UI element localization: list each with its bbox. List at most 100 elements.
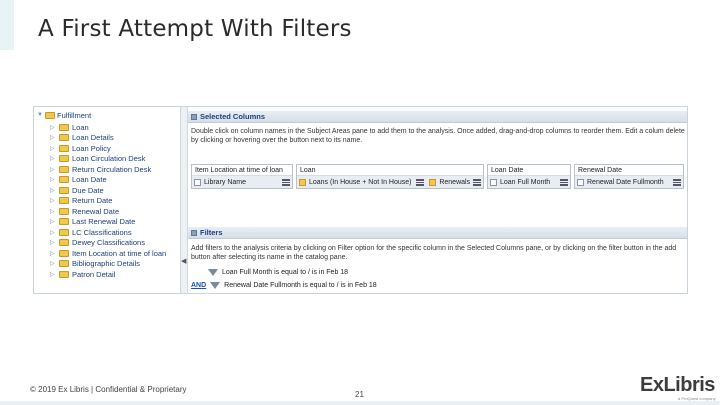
column-group-heading: Item Location at time of loan	[192, 165, 292, 176]
slide-title: A First Attempt With Filters	[38, 16, 352, 42]
tree-item-label: Last Renewal Date	[72, 217, 136, 227]
filter-text: Loan Full Month is equal to / is in Feb …	[222, 269, 349, 276]
page-number: 21	[355, 390, 364, 399]
selected-columns-title: Selected Columns	[200, 112, 266, 121]
collapse-triangle-icon[interactable]: ▷	[50, 197, 56, 204]
folder-icon	[59, 218, 69, 226]
tree-item-label: Loan Policy	[72, 143, 111, 153]
column-icon	[577, 178, 584, 186]
pane-splitter[interactable]: ◀	[180, 107, 188, 293]
column-options-icon[interactable]	[282, 178, 290, 186]
column-options-icon[interactable]	[416, 178, 425, 186]
folder-icon	[59, 239, 69, 247]
folder-icon	[59, 186, 69, 194]
folder-icon	[59, 144, 69, 152]
folder-icon	[59, 260, 69, 268]
column-name: Renewals	[439, 178, 471, 186]
collapse-triangle-icon[interactable]: ▷	[50, 271, 56, 278]
tree-item-label: Due Date	[72, 185, 104, 195]
filter-funnel-icon	[210, 282, 221, 289]
collapse-triangle-icon[interactable]: ▷	[50, 124, 56, 131]
folder-icon	[45, 111, 55, 119]
column-name: Library Name	[204, 178, 247, 186]
collapse-triangle-icon[interactable]: ▷	[50, 229, 56, 236]
measure-icon	[299, 178, 306, 186]
footer-copyright: © 2019 Ex Libris | Confidential & Propri…	[30, 385, 187, 394]
tree-item[interactable]: ▷ Item Location at time of loan	[50, 248, 166, 259]
expand-triangle-icon[interactable]: ▼	[37, 112, 43, 118]
filter-condition[interactable]: AND Renewal Date Fullmonth is equal to /…	[191, 282, 377, 289]
selected-columns-list: Item Location at time of loan Library Na…	[191, 164, 684, 189]
selected-columns-instructions: Double click on column names in the Subj…	[191, 128, 685, 144]
column-options-icon[interactable]	[673, 178, 681, 186]
tree-root-label: Fulfillment	[57, 110, 92, 120]
collapse-arrow-icon[interactable]: ◀	[181, 257, 186, 265]
tree-item-label: Dewey Classifications	[72, 238, 145, 248]
folder-icon	[59, 228, 69, 236]
folder-icon	[59, 155, 69, 163]
collapse-triangle-icon[interactable]: ▷	[50, 187, 56, 194]
column-group-heading: Loan	[297, 165, 483, 176]
column-card[interactable]: Renewal Date Renewal Date Fullmonth	[574, 164, 684, 189]
collapse-triangle-icon[interactable]: ▷	[50, 155, 56, 162]
collapse-triangle-icon[interactable]: ▷	[50, 166, 56, 173]
column-name: Renewal Date Fullmonth	[587, 178, 664, 186]
folder-icon	[59, 270, 69, 278]
column-options-icon[interactable]	[473, 178, 481, 186]
filter-funnel-icon	[208, 269, 218, 276]
and-operator-link[interactable]: AND	[191, 282, 206, 289]
collapse-triangle-icon[interactable]: ▷	[50, 134, 56, 141]
tree-item[interactable]: ▷ Patron Detail	[50, 269, 166, 280]
column-options-icon[interactable]	[560, 178, 568, 186]
folder-icon	[59, 207, 69, 215]
selected-columns-header[interactable]: Selected Columns	[188, 111, 687, 123]
collapse-triangle-icon[interactable]: ▷	[50, 239, 56, 246]
tree-item[interactable]: ▷ Loan Policy	[50, 143, 166, 154]
subject-area-tree: ▼ Fulfillment ▷ Loan ▷ Loan Details ▷ Loan …	[34, 107, 180, 293]
measure-icon	[429, 178, 437, 186]
tree-item[interactable]: ▷ Loan	[50, 122, 166, 133]
collapse-triangle-icon[interactable]: ▷	[50, 250, 56, 257]
tree-item[interactable]: ▷ Last Renewal Date	[50, 217, 166, 228]
column-card[interactable]: Item Location at time of loan Library Na…	[191, 164, 293, 189]
collapse-triangle-icon[interactable]: ▷	[50, 208, 56, 215]
tree-item[interactable]: ▷ Return Date	[50, 196, 166, 207]
tree-item[interactable]: ▷ Loan Date	[50, 175, 166, 186]
logo-text: ExLibris	[640, 374, 715, 396]
column-group: Loan Loans (In House + Not In House) Ren…	[296, 164, 484, 189]
tree-item[interactable]: ▷ LC Classifications	[50, 227, 166, 238]
filter-condition[interactable]: Loan Full Month is equal to / is in Feb …	[208, 269, 348, 276]
filters-title: Filters	[200, 228, 223, 237]
column-name: Loan Full Month	[500, 178, 551, 186]
bottom-accent-bar	[0, 401, 720, 405]
tree-item-label: Return Circulation Desk	[72, 164, 152, 174]
tree-root[interactable]: ▼ Fulfillment	[37, 110, 91, 120]
tree-item-label: Bibliographic Details	[72, 259, 140, 269]
collapse-section-icon[interactable]	[191, 113, 197, 120]
tree-item-label: Loan Date	[72, 175, 107, 185]
tree-list: ▷ Loan ▷ Loan Details ▷ Loan Policy ▷ Loan C…	[50, 122, 166, 280]
folder-icon	[59, 197, 69, 205]
tree-item-label: LC Classifications	[72, 227, 132, 237]
tree-item[interactable]: ▷ Due Date	[50, 185, 166, 196]
analysis-screenshot: ▼ Fulfillment ▷ Loan ▷ Loan Details ▷ Loan …	[33, 106, 688, 294]
tree-item-label: Renewal Date	[72, 206, 120, 216]
column-group-heading: Renewal Date	[575, 165, 683, 176]
tree-item-label: Patron Detail	[72, 269, 116, 279]
collapse-triangle-icon[interactable]: ▷	[50, 260, 56, 267]
filters-header[interactable]: Filters	[188, 227, 687, 239]
folder-icon	[59, 123, 69, 131]
tree-item[interactable]: ▷ Renewal Date	[50, 206, 166, 217]
collapse-triangle-icon[interactable]: ▷	[50, 145, 56, 152]
tree-item[interactable]: ▷ Return Circulation Desk	[50, 164, 166, 175]
collapse-triangle-icon[interactable]: ▷	[50, 218, 56, 225]
tree-item-label: Return Date	[72, 196, 113, 206]
column-group-heading: Loan Date	[488, 165, 570, 176]
tree-item[interactable]: ▷ Bibliographic Details	[50, 259, 166, 270]
collapse-triangle-icon[interactable]: ▷	[50, 176, 56, 183]
tree-item[interactable]: ▷ Loan Circulation Desk	[50, 154, 166, 165]
collapse-section-icon[interactable]	[191, 229, 197, 236]
column-card[interactable]: Loan Date Loan Full Month	[487, 164, 571, 189]
tree-item[interactable]: ▷ Loan Details	[50, 133, 166, 144]
tree-item[interactable]: ▷ Dewey Classifications	[50, 238, 166, 249]
